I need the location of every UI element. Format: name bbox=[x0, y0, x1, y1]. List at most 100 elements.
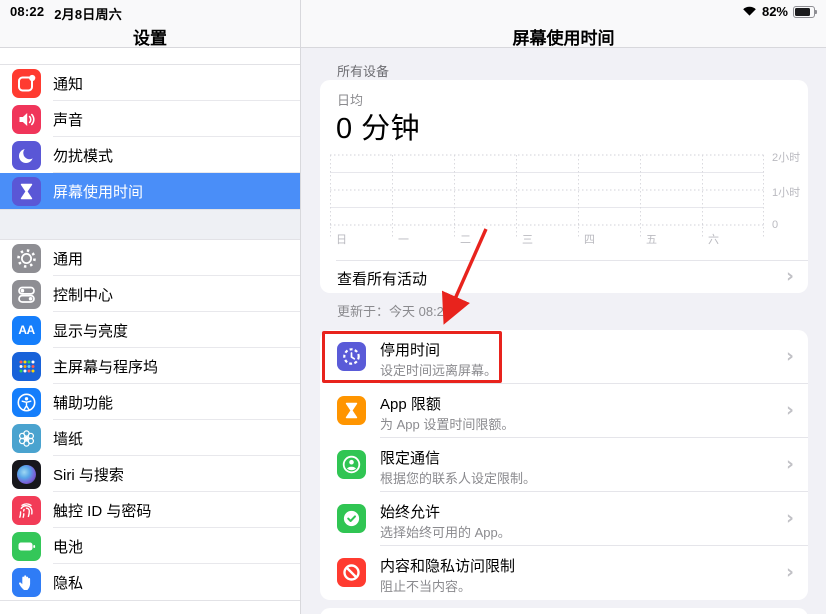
sidebar-item-touch-id-passcode[interactable]: 触控 ID 与密码 bbox=[0, 492, 300, 528]
hourglass-icon bbox=[337, 396, 366, 425]
notifications-icon bbox=[12, 69, 41, 98]
sidebar-item-sounds[interactable]: 声音 bbox=[0, 101, 300, 137]
list-item-subtitle: 设定时间远离屏幕。 bbox=[380, 360, 497, 379]
list-item-title: 限定通信 bbox=[380, 447, 440, 468]
check-badge-icon bbox=[337, 504, 366, 533]
list-item-subtitle: 阻止不当内容。 bbox=[380, 576, 471, 595]
ytick-0: 0 bbox=[772, 219, 778, 231]
app-grid-icon bbox=[12, 352, 41, 381]
sidebar-item-label: 墙纸 bbox=[53, 428, 83, 449]
prohibited-icon bbox=[337, 558, 366, 587]
battery-percent-label: 82% bbox=[762, 4, 788, 19]
accessibility-icon bbox=[12, 388, 41, 417]
list-item-subtitle: 选择始终可用的 App。 bbox=[380, 522, 511, 541]
screen-time-panel: 所有设备 日均 0 分钟 bbox=[301, 48, 826, 614]
sidebar: 通知 声音 勿扰模式 屏幕使用时间 bbox=[0, 48, 301, 614]
sidebar-item-do-not-disturb[interactable]: 勿扰模式 bbox=[0, 137, 300, 173]
usage-summary-card: 日均 0 分钟 bbox=[320, 80, 808, 293]
daily-average-value: 0 分钟 bbox=[336, 105, 420, 147]
sidebar-item-label: 电池 bbox=[53, 536, 83, 557]
downtime-clock-icon bbox=[337, 342, 366, 371]
fingerprint-icon bbox=[12, 496, 41, 525]
next-section-card-partial bbox=[320, 608, 808, 614]
screen-time-options-card: 停用时间 设定时间远离屏幕。 › App 限额 为 App 设置时间限额。 › … bbox=[320, 330, 808, 600]
sidebar-item-label: 勿扰模式 bbox=[53, 145, 113, 166]
sidebar-item-label: 通用 bbox=[53, 248, 83, 269]
hourglass-icon bbox=[12, 177, 41, 206]
hand-icon bbox=[12, 568, 41, 597]
sidebar-item-accessibility[interactable]: 辅助功能 bbox=[0, 384, 300, 420]
sidebar-item-wallpaper[interactable]: 墙纸 bbox=[0, 420, 300, 456]
see-all-activity-row[interactable]: 查看所有活动 › bbox=[320, 261, 808, 293]
settings-app-window: 08:22 2月8日周六 设置 82% 屏幕使用时间 通知 bbox=[0, 0, 826, 614]
display-aa-glyph: AA bbox=[18, 323, 34, 337]
sidebar-item-label: Siri 与搜索 bbox=[53, 464, 124, 485]
sidebar-item-siri-search[interactable]: Siri 与搜索 bbox=[0, 456, 300, 492]
speaker-icon bbox=[12, 105, 41, 134]
flower-icon bbox=[12, 424, 41, 453]
sidebar-group-2: 通用 控制中心 AA 显示与亮度 bbox=[0, 239, 300, 601]
sidebar-item-label: 触控 ID 与密码 bbox=[53, 500, 151, 521]
sidebar-item-battery[interactable]: 电池 bbox=[0, 528, 300, 564]
sidebar-item-label: 隐私 bbox=[53, 572, 83, 593]
statusbar-left: 08:22 2月8日周六 bbox=[10, 4, 122, 23]
chevron-right-icon: › bbox=[786, 401, 794, 420]
chart-grid bbox=[330, 150, 764, 242]
chevron-right-icon: › bbox=[786, 347, 794, 366]
list-item-subtitle: 根据您的联系人设定限制。 bbox=[380, 468, 536, 487]
xtick-sun: 日 bbox=[336, 231, 347, 247]
siri-icon bbox=[12, 460, 41, 489]
sidebar-item-general[interactable]: 通用 bbox=[0, 240, 300, 276]
list-item-always-allowed[interactable]: 始终允许 选择始终可用的 App。 › bbox=[320, 492, 808, 546]
xtick-fri: 五 bbox=[646, 231, 657, 247]
chevron-right-icon: › bbox=[786, 267, 794, 286]
sidebar-item-label: 主屏幕与程序坞 bbox=[53, 356, 158, 377]
list-item-title: App 限额 bbox=[380, 393, 441, 414]
clock-time: 08:22 bbox=[10, 4, 44, 23]
list-item-app-limits[interactable]: App 限额 为 App 设置时间限额。 › bbox=[320, 384, 808, 438]
sidebar-title: 设置 bbox=[0, 24, 300, 49]
sidebar-item-label: 控制中心 bbox=[53, 284, 113, 305]
sidebar-header: 08:22 2月8日周六 设置 bbox=[0, 0, 301, 48]
xtick-tue: 二 bbox=[460, 231, 471, 247]
battery-icon bbox=[793, 6, 818, 18]
updated-timestamp: 更新于：今天 08:21 bbox=[337, 301, 451, 320]
sidebar-item-control-center[interactable]: 控制中心 bbox=[0, 276, 300, 312]
list-item-title: 始终允许 bbox=[380, 501, 440, 522]
sidebar-item-screen-time[interactable]: 屏幕使用时间 bbox=[0, 173, 300, 209]
sidebar-group-gap bbox=[0, 210, 300, 239]
ytick-1h: 1小时 bbox=[772, 184, 800, 200]
chevron-right-icon: › bbox=[786, 455, 794, 474]
battery-app-icon bbox=[12, 532, 41, 561]
chevron-right-icon: › bbox=[786, 509, 794, 528]
xtick-mon: 一 bbox=[398, 231, 409, 247]
sidebar-item-home-screen-dock[interactable]: 主屏幕与程序坞 bbox=[0, 348, 300, 384]
list-item-subtitle: 为 App 设置时间限额。 bbox=[380, 414, 514, 433]
sidebar-item-label: 显示与亮度 bbox=[53, 320, 128, 341]
moon-icon bbox=[12, 141, 41, 170]
xtick-sat: 六 bbox=[708, 231, 719, 247]
list-item-content-privacy-restrictions[interactable]: 内容和隐私访问限制 阻止不当内容。 › bbox=[320, 546, 808, 600]
screen-time-chart: 2小时 1小时 0 日 一 二 三 四 五 六 bbox=[320, 150, 808, 250]
list-item-downtime[interactable]: 停用时间 设定时间远离屏幕。 › bbox=[320, 330, 808, 384]
list-item-communication-limits[interactable]: 限定通信 根据您的联系人设定限制。 › bbox=[320, 438, 808, 492]
sidebar-item-privacy[interactable]: 隐私 bbox=[0, 564, 300, 600]
wifi-icon bbox=[742, 4, 757, 19]
list-item-title: 停用时间 bbox=[380, 339, 440, 360]
toggles-icon bbox=[12, 280, 41, 309]
sidebar-item-display-brightness[interactable]: AA 显示与亮度 bbox=[0, 312, 300, 348]
main-header: 82% 屏幕使用时间 bbox=[301, 0, 826, 48]
display-aa-icon: AA bbox=[12, 316, 41, 345]
xtick-wed: 三 bbox=[522, 231, 533, 247]
sidebar-item-label: 辅助功能 bbox=[53, 392, 113, 413]
sidebar-item-label: 通知 bbox=[53, 73, 83, 94]
page-title: 屏幕使用时间 bbox=[301, 24, 826, 49]
xtick-thu: 四 bbox=[584, 231, 595, 247]
list-item-title: 内容和隐私访问限制 bbox=[380, 555, 515, 576]
statusbar-right: 82% bbox=[742, 4, 818, 19]
sidebar-group-1: 通知 声音 勿扰模式 屏幕使用时间 bbox=[0, 64, 300, 210]
gear-icon bbox=[12, 244, 41, 273]
see-all-activity-label: 查看所有活动 bbox=[337, 268, 427, 289]
sidebar-item-notifications[interactable]: 通知 bbox=[0, 65, 300, 101]
sidebar-item-label: 屏幕使用时间 bbox=[53, 181, 143, 202]
